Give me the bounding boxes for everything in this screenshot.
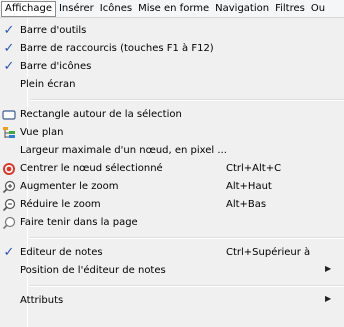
menu-inserer[interactable]: Insérer: [56, 1, 97, 17]
zoom-fit-icon: [0, 214, 18, 232]
menu-separator: [30, 237, 344, 239]
menu-item-position-editeur-notes[interactable]: Position de l'éditeur de notes ▶: [0, 262, 344, 280]
menu-item-vue-plan[interactable]: Vue plan: [0, 124, 344, 142]
menu-item-label: Barre de raccourcis (touches F1 à F12): [20, 43, 214, 54]
menu-item-barre-icones[interactable]: ✓ Barre d'icônes: [0, 58, 344, 76]
menu-separator: [30, 99, 344, 101]
menu-item-largeur-maximale[interactable]: Largeur maximale d'un nœud, en pixel ...: [0, 142, 344, 160]
menu-item-shortcut: Alt+Haut: [226, 181, 272, 192]
menu-item-shortcut: Alt+Bas: [226, 199, 267, 210]
menu-item-label: Rectangle autour de la sélection: [20, 109, 182, 120]
menu-item-label: Centrer le nœud sélectionné: [20, 163, 163, 174]
menu-item-reduire-zoom[interactable]: Réduire le zoom Alt+Bas: [0, 196, 344, 214]
menu-item-label: Réduire le zoom: [20, 199, 101, 210]
menu-item-augmenter-zoom[interactable]: Augmenter le zoom Alt+Haut: [0, 178, 344, 196]
menu-item-label: Position de l'éditeur de notes: [20, 265, 166, 276]
menu-bar: Affichage Insérer Icônes Mise en forme N…: [0, 0, 344, 18]
menu-item-label: Barre d'outils: [20, 25, 87, 36]
menu-item-faire-tenir-page[interactable]: Faire tenir dans la page: [0, 214, 344, 232]
menu-item-label: Attributs: [20, 295, 64, 306]
menu-filtres[interactable]: Filtres: [272, 1, 308, 17]
menu-item-label: Faire tenir dans la page: [20, 217, 138, 228]
zoom-in-icon: [0, 178, 18, 196]
check-icon: ✓: [3, 41, 15, 56]
menu-outils[interactable]: Ou: [308, 1, 328, 17]
menu-item-barre-raccourcis[interactable]: ✓ Barre de raccourcis (touches F1 à F12): [0, 40, 344, 58]
menu-icones[interactable]: Icônes: [97, 1, 135, 17]
target-icon: [0, 160, 18, 178]
submenu-arrow-icon: ▶: [325, 264, 332, 273]
zoom-out-icon: [0, 196, 18, 214]
menu-item-label: Plein écran: [20, 79, 76, 90]
menu-item-centrer-noeud[interactable]: Centrer le nœud sélectionné Ctrl+Alt+C: [0, 160, 344, 178]
check-icon: ✓: [3, 245, 15, 260]
menu-item-plein-ecran[interactable]: Plein écran: [0, 76, 344, 94]
rectangle-icon: [0, 106, 18, 124]
menu-navigation[interactable]: Navigation: [212, 1, 272, 17]
submenu-arrow-icon: ▶: [325, 294, 332, 303]
menu-item-editeur-notes[interactable]: ✓ Editeur de notes Ctrl+Supérieur à: [0, 244, 344, 262]
menu-item-rectangle-selection[interactable]: Rectangle autour de la sélection: [0, 106, 344, 124]
menu-item-label: Editeur de notes: [20, 247, 103, 258]
menu-item-attributs[interactable]: Attributs ▶: [0, 292, 344, 310]
menu-item-shortcut: Ctrl+Supérieur à: [226, 247, 311, 258]
menu-item-label: Barre d'icônes: [20, 61, 92, 72]
menu-item-label: Augmenter le zoom: [20, 181, 119, 192]
menu-separator: [30, 285, 344, 287]
menu-item-label: Largeur maximale d'un nœud, en pixel ...: [20, 145, 227, 156]
affichage-dropdown-menu: ✓ Barre d'outils ✓ Barre de raccourcis (…: [0, 18, 344, 327]
menu-item-label: Vue plan: [20, 127, 64, 138]
menu-mise-en-forme[interactable]: Mise en forme: [135, 1, 212, 17]
menu-affichage[interactable]: Affichage: [1, 0, 56, 17]
check-icon: ✓: [3, 59, 15, 74]
outline-view-icon: [0, 124, 18, 142]
menu-item-shortcut: Ctrl+Alt+C: [226, 163, 282, 174]
menu-item-barre-outils[interactable]: ✓ Barre d'outils: [0, 22, 344, 40]
check-icon: ✓: [3, 23, 15, 38]
